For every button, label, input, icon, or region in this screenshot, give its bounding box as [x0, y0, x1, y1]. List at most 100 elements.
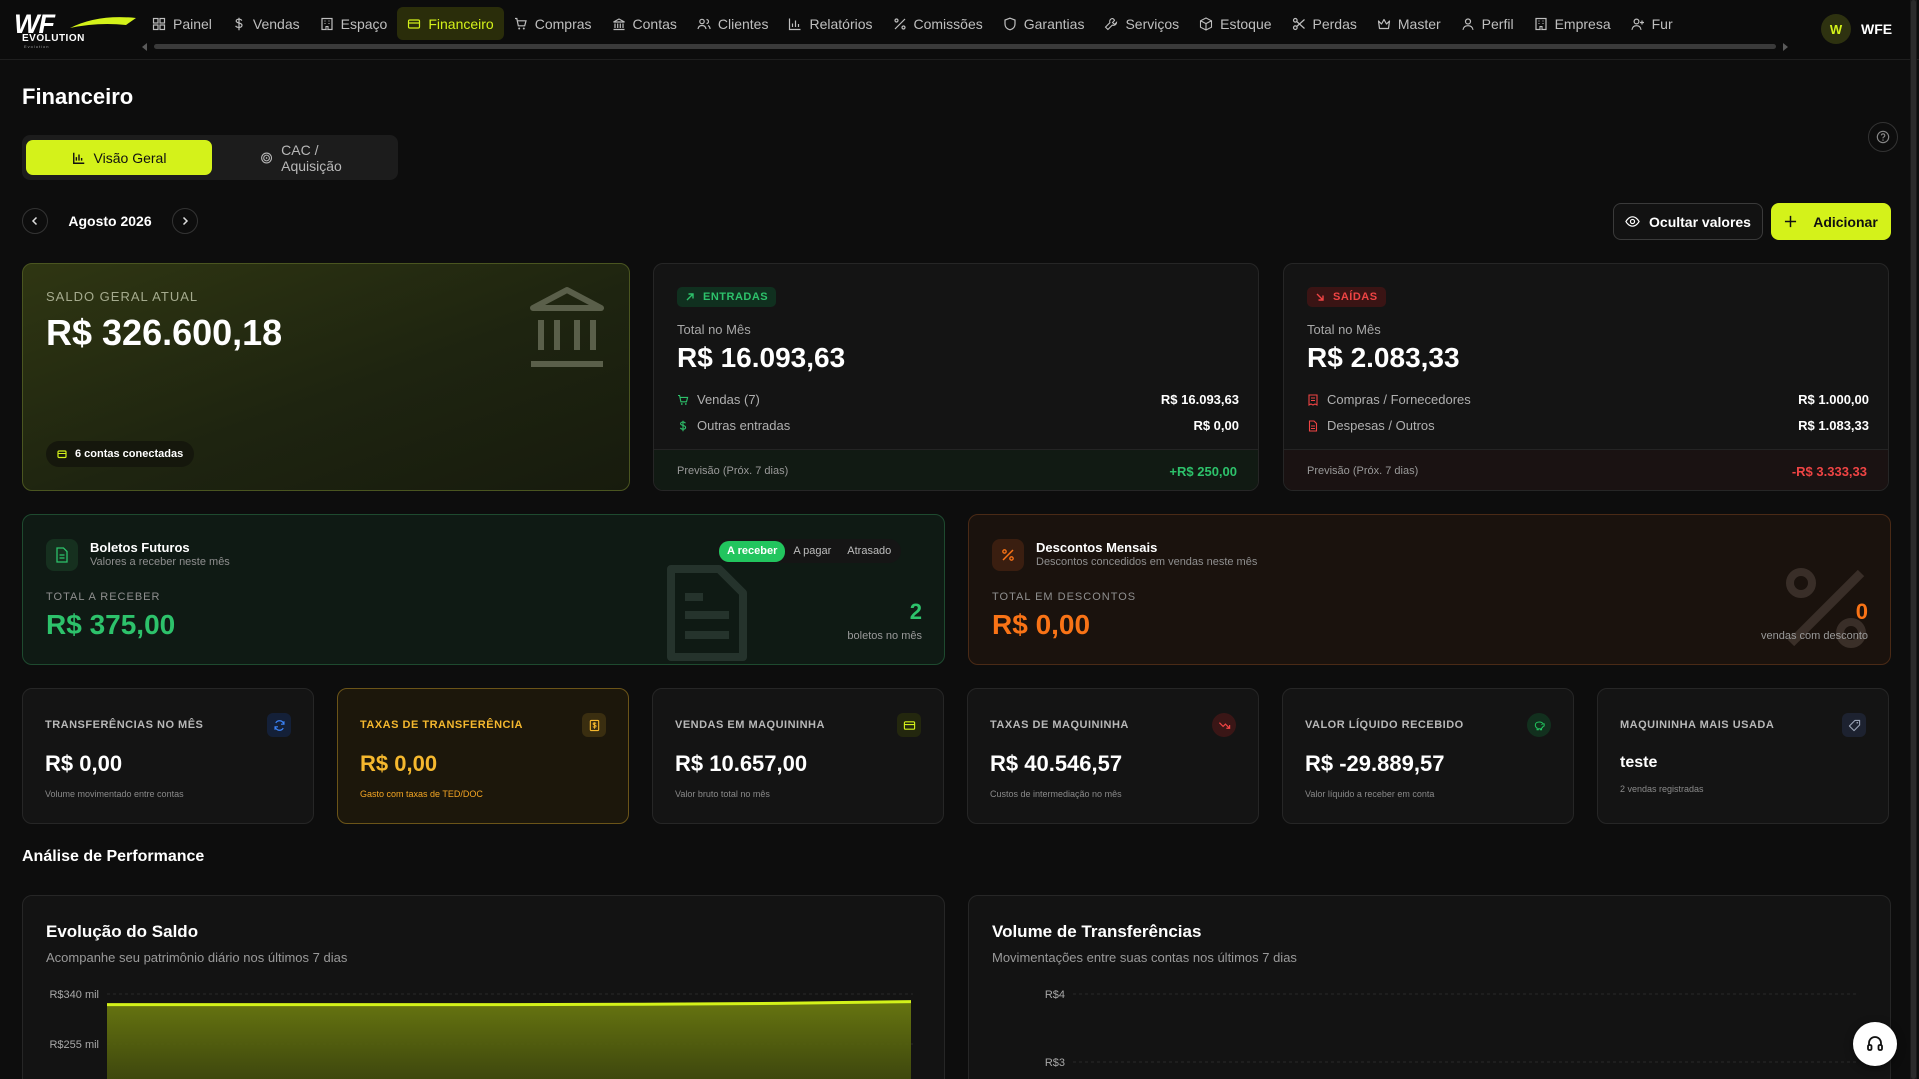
- nav-item-servicos[interactable]: Serviços: [1094, 7, 1189, 40]
- card-icon: [903, 720, 915, 730]
- bar-chart-icon: [72, 152, 84, 164]
- eye-icon: [1625, 216, 1640, 227]
- arrow-down-right-icon: [1316, 293, 1324, 301]
- help-button[interactable]: [1868, 122, 1898, 152]
- building-icon: [1534, 17, 1547, 30]
- nav-item-master[interactable]: Master: [1367, 7, 1451, 40]
- descontos-count-label: vendas com desconto: [1760, 630, 1868, 642]
- plus-icon: [1785, 215, 1797, 228]
- tab-label: CAC / Aquisição: [281, 141, 342, 174]
- nav-item-garantias[interactable]: Garantias: [993, 7, 1095, 40]
- scroll-right-icon[interactable]: [1783, 43, 1788, 51]
- refresh-icon: [273, 719, 285, 731]
- nav-item-label: Perfil: [1481, 15, 1514, 32]
- scroll-left-icon[interactable]: [142, 43, 147, 51]
- document-icon: [1308, 419, 1318, 432]
- stat-valor-liquido: VALOR LÍQUIDO RECEBIDO R$ -29.889,57 Val…: [1282, 688, 1574, 824]
- month-selector: Agosto 2026: [22, 208, 198, 234]
- tab-cac-aquisicao[interactable]: CAC / Aquisição: [238, 140, 398, 175]
- nav-item-label: Financeiro: [428, 15, 494, 32]
- row-label: Compras / Fornecedores: [1327, 392, 1471, 407]
- performance-title: Análise de Performance: [22, 848, 205, 865]
- row-label: Despesas / Outros: [1327, 418, 1435, 433]
- nav-item-contas[interactable]: Contas: [602, 7, 687, 40]
- box-icon: [1200, 16, 1213, 31]
- row-label: Outras entradas: [697, 418, 791, 433]
- y-tick-label: R$255 mil: [49, 1039, 99, 1051]
- tab-visao-geral[interactable]: Visão Geral: [26, 140, 212, 175]
- nav-item-financeiro[interactable]: Financeiro: [397, 7, 504, 40]
- boletos-desc: Valores a receber neste mês: [90, 556, 230, 568]
- boletos-filter: A receber A pagar Atrasado: [717, 539, 902, 563]
- nav-item-clientes[interactable]: Clientes: [687, 7, 779, 40]
- stat-icon-box: [267, 713, 291, 737]
- nav-item-fur[interactable]: Fur: [1621, 7, 1683, 40]
- scissors-icon: [1292, 17, 1305, 30]
- filter-a-pagar[interactable]: A pagar: [785, 541, 839, 562]
- nav-item-perdas[interactable]: Perdas: [1282, 7, 1367, 40]
- y-tick-label: R$3: [1045, 1057, 1065, 1069]
- nav-item-label: Master: [1397, 15, 1441, 32]
- cart-icon: [514, 17, 527, 29]
- entradas-sub: Total no Mês: [677, 322, 751, 337]
- page-scrollbar-thumb[interactable]: [1911, 0, 1916, 1079]
- saidas-sub: Total no Mês: [1307, 322, 1381, 337]
- entradas-pill-label: ENTRADAS: [703, 291, 769, 303]
- saidas-card: SAÍDAS Total no Mês R$ 2.083,33 Compras …: [1283, 263, 1889, 491]
- stat-note: Volume movimentado entre contas: [45, 789, 184, 799]
- prev-month-button[interactable]: [22, 208, 48, 234]
- logo[interactable]: WF EVOLUTION Evolution: [14, 9, 136, 49]
- wrench-icon: [1105, 17, 1118, 30]
- nav-item-espaco[interactable]: Espaço: [310, 7, 398, 40]
- boletos-title: Boletos Futuros: [90, 540, 190, 555]
- nav-item-perfil[interactable]: Perfil: [1451, 7, 1524, 40]
- user-icon: [1462, 17, 1474, 30]
- tag-icon: [1848, 719, 1860, 731]
- next-month-button[interactable]: [172, 208, 198, 234]
- filter-a-receber[interactable]: A receber: [719, 540, 786, 562]
- y-tick-label: R$340 mil: [49, 989, 99, 1001]
- nav-item-comissoes[interactable]: Comissões: [883, 7, 993, 40]
- forecast-value: +R$ 250,00: [1169, 463, 1237, 479]
- filter-atrasado[interactable]: Atrasado: [839, 541, 899, 562]
- receipt-icon: [1308, 393, 1318, 406]
- stat-title: TAXAS DE MAQUININHA: [990, 719, 1129, 731]
- descontos-title: Descontos Mensais: [1036, 540, 1158, 555]
- piggy-bank-icon: [1534, 720, 1545, 730]
- nav-item-label: Fur: [1651, 15, 1673, 32]
- row-label: Vendas (7): [697, 392, 760, 407]
- stat-icon-box: [897, 713, 921, 737]
- bank-icon: [530, 287, 604, 367]
- nav-item-relatorios[interactable]: Relatórios: [778, 7, 882, 40]
- nav-item-empresa[interactable]: Empresa: [1524, 7, 1621, 40]
- saldo-line: [107, 1000, 912, 1007]
- accounts-badge[interactable]: 6 contas conectadas: [46, 441, 195, 467]
- nav-item-label: Empresa: [1554, 15, 1611, 32]
- saidas-pill: SAÍDAS: [1307, 287, 1386, 307]
- nav-item-label: Estoque: [1220, 15, 1272, 32]
- add-button[interactable]: Adicionar: [1771, 203, 1891, 240]
- entradas-forecast: Previsão (Próx. 7 dias) +R$ 250,00: [654, 449, 1258, 490]
- receipt-icon: [589, 719, 599, 731]
- nav-scrollbar[interactable]: [142, 43, 1788, 51]
- nav-item-label: Painel: [173, 15, 212, 32]
- percent-icon: [1002, 549, 1014, 561]
- nav-item-estoque[interactable]: Estoque: [1189, 7, 1281, 40]
- stat-value: R$ 40.546,57: [990, 751, 1123, 776]
- page-scrollbar[interactable]: [1910, 0, 1917, 1079]
- nav-item-compras[interactable]: Compras: [504, 7, 602, 40]
- forecast-label: Previsão (Próx. 7 dias): [677, 465, 789, 477]
- stat-icon-box: [1842, 713, 1866, 737]
- nav-item-label: Contas: [632, 15, 677, 32]
- hide-values-button[interactable]: Ocultar valores: [1613, 203, 1763, 240]
- stat-title: MAQUININHA MAIS USADA: [1620, 719, 1775, 731]
- support-button[interactable]: [1853, 1022, 1897, 1066]
- nav-item-painel[interactable]: Painel: [142, 7, 222, 40]
- nav-item-vendas[interactable]: Vendas: [222, 7, 310, 40]
- transfer-chart-svg: R$4 R$3: [1045, 989, 1859, 1069]
- user-menu[interactable]: W WFE: [1821, 14, 1892, 44]
- top-bar: WF EVOLUTION Evolution Painel Vendas Espaç…: [0, 0, 1919, 60]
- logo-tagline: Evolution: [24, 44, 50, 49]
- stat-value: R$ 0,00: [360, 751, 438, 776]
- scroll-track[interactable]: [154, 44, 1776, 49]
